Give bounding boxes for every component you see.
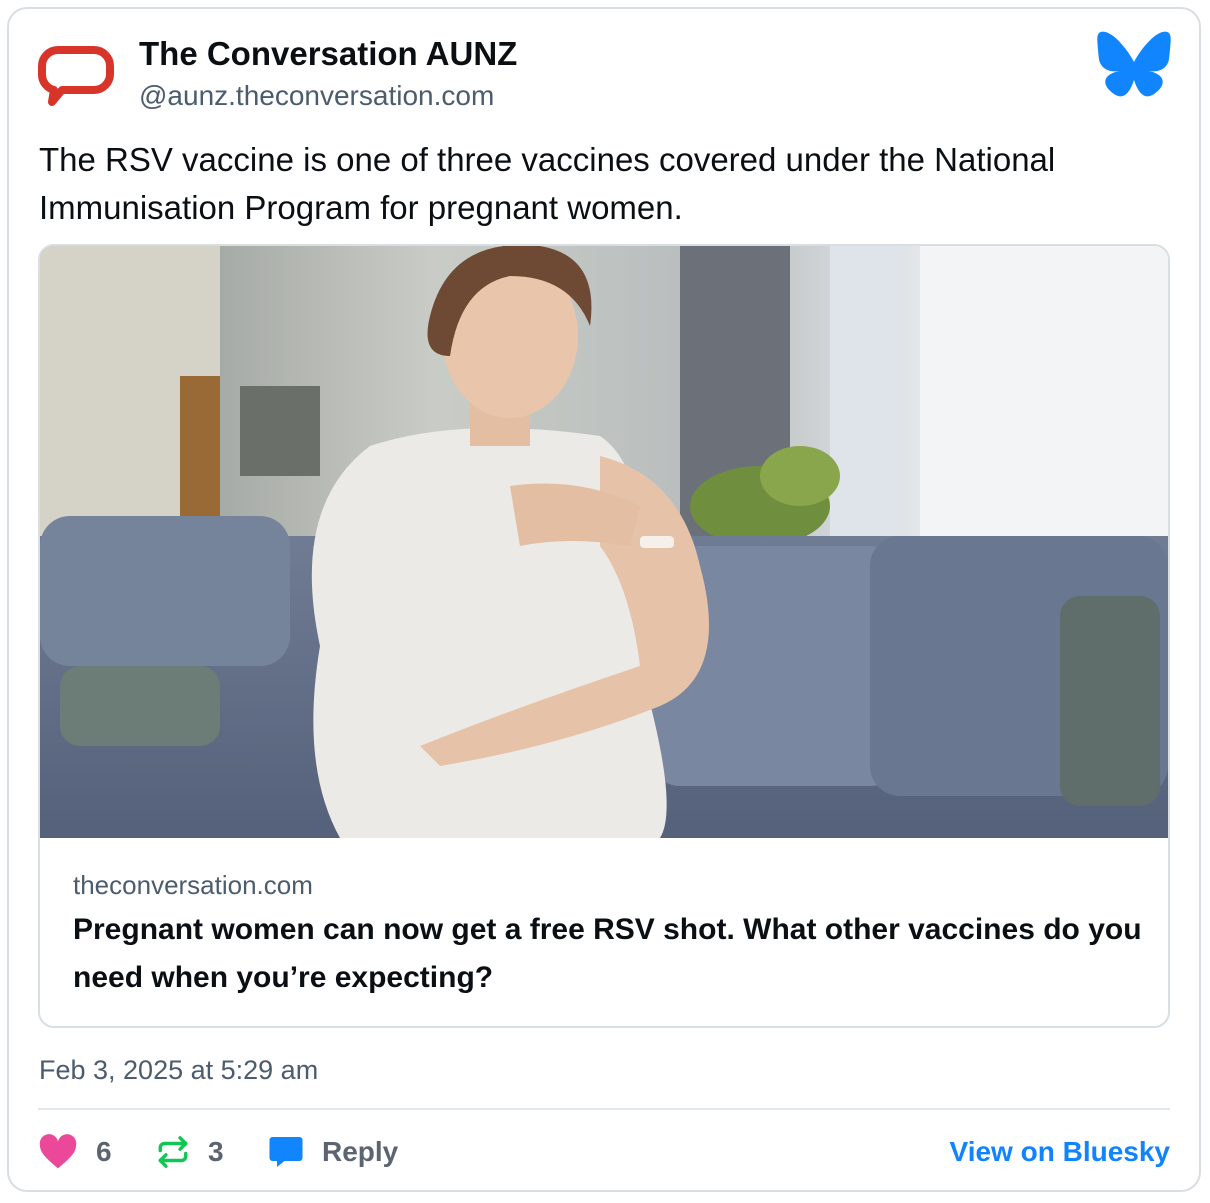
repost-button[interactable]: 3 [156, 1126, 224, 1178]
link-domain: theconversation.com [73, 870, 313, 900]
speech-bubble-icon[interactable] [38, 44, 114, 108]
reply-label: Reply [322, 1136, 399, 1167]
author-handle[interactable]: @aunz.theconversation.com [139, 78, 494, 114]
article-thumbnail-image [40, 246, 1168, 838]
link-title[interactable]: Pregnant women can now get a free RSV sh… [73, 906, 1153, 1002]
post-actions-bar: 6 3 Reply View on Bluesky [38, 1126, 1170, 1178]
author-display-name[interactable]: The Conversation AUNZ [139, 34, 517, 74]
like-button[interactable]: 6 [38, 1126, 112, 1178]
divider [38, 1108, 1170, 1110]
post-text: The RSV vaccine is one of three vaccines… [39, 141, 1056, 226]
post-timestamp[interactable]: Feb 3, 2025 at 5:29 am [39, 1052, 318, 1088]
like-count: 6 [96, 1136, 112, 1167]
external-link-card[interactable]: theconversation.com Pregnant women can n… [38, 244, 1170, 1028]
heart-icon [39, 1134, 77, 1169]
view-on-bluesky-link[interactable]: View on Bluesky [950, 1126, 1170, 1178]
reply-bubble-icon [269, 1137, 303, 1167]
reply-button[interactable]: Reply [268, 1126, 398, 1178]
repost-icon [158, 1136, 188, 1168]
repost-count: 3 [208, 1136, 224, 1167]
bluesky-butterfly-icon[interactable] [1096, 30, 1172, 98]
